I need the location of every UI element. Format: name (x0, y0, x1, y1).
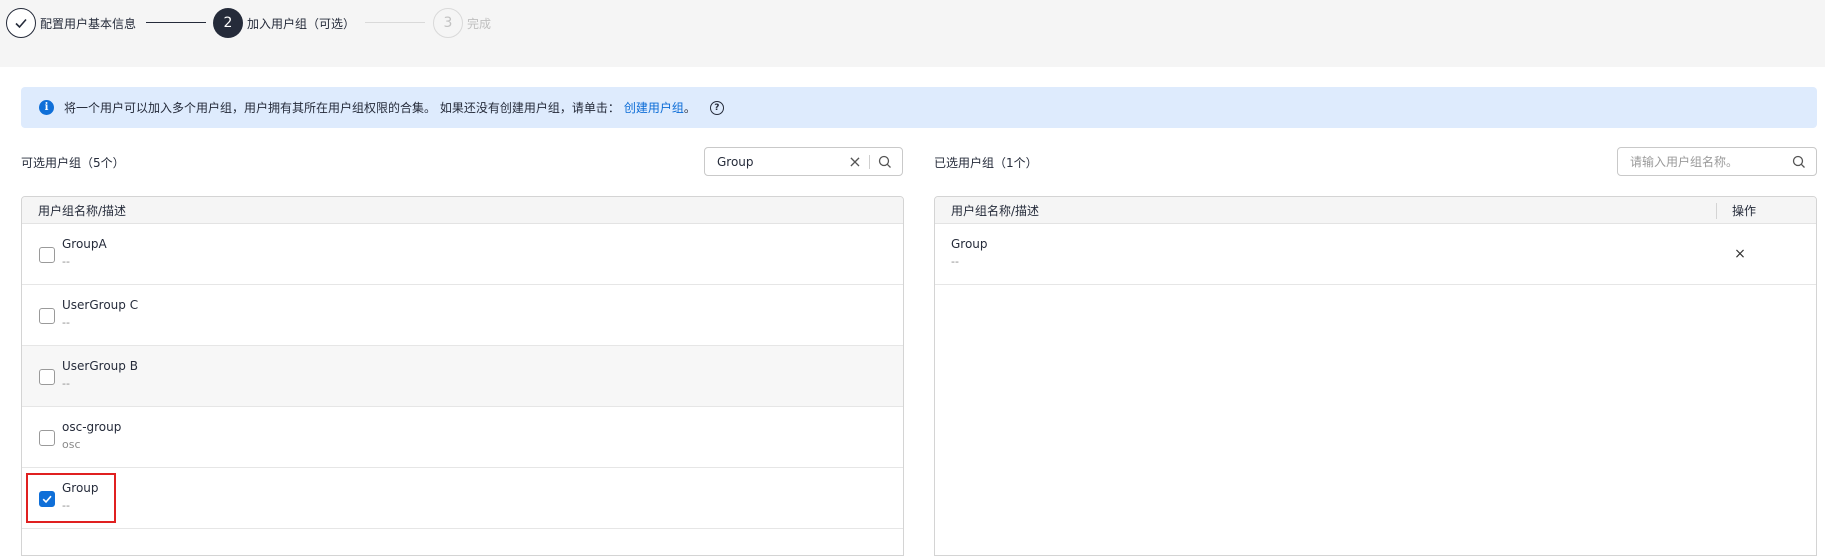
info-tail: 。 (683, 101, 696, 115)
info-alert: i 将一个用户可以加入多个用户组，用户拥有其所在用户组权限的合集。 如果还没有创… (21, 87, 1817, 128)
step-join-user-group: 2 加入用户组（可选） (213, 8, 355, 38)
create-user-group-link[interactable]: 创建用户组 (624, 101, 684, 115)
group-cell: GroupA -- (62, 236, 107, 270)
table-header: 用户组名称/描述 操作 (935, 197, 1816, 224)
info-text: 将一个用户可以加入多个用户组，用户拥有其所在用户组权限的合集。 如果还没有创建用… (64, 99, 696, 116)
remove-icon[interactable]: × (1732, 246, 1748, 262)
step-label: 完成 (467, 16, 492, 31)
available-search-input[interactable] (705, 148, 845, 175)
group-name: osc-group (62, 420, 122, 434)
group-desc: -- (62, 499, 70, 512)
step-label: 加入用户组（可选） (247, 16, 356, 31)
clear-icon[interactable]: × (845, 152, 865, 171)
group-name: UserGroup C (62, 298, 139, 312)
selected-search-input[interactable] (1618, 148, 1788, 175)
step-configure-basic-info: 配置用户基本信息 (6, 8, 136, 38)
group-desc: -- (62, 377, 70, 390)
info-icon: i (39, 100, 54, 115)
step-number: 2 (213, 8, 243, 38)
step-number: 3 (433, 8, 463, 38)
group-desc: -- (951, 255, 959, 268)
column-header-action: 操作 (1732, 203, 1757, 218)
group-cell: Group -- (62, 480, 99, 514)
table-row: Group -- × (935, 224, 1816, 285)
row-checkbox[interactable] (39, 247, 55, 263)
table-row[interactable]: Group -- (22, 468, 903, 529)
row-checkbox[interactable] (39, 369, 55, 385)
info-message: 将一个用户可以加入多个用户组，用户拥有其所在用户组权限的合集。 如果还没有创建用… (64, 101, 620, 115)
step-connector (365, 22, 425, 23)
available-groups-title: 可选用户组（5个） (21, 156, 125, 170)
search-divider (869, 154, 870, 169)
table-row[interactable]: UserGroup B -- (22, 346, 903, 407)
search-icon[interactable] (1788, 151, 1810, 173)
group-desc: -- (62, 255, 70, 268)
table-row[interactable]: GroupA -- (22, 224, 903, 285)
table-row[interactable]: osc-group osc (22, 407, 903, 468)
table-header: 用户组名称/描述 (22, 197, 903, 224)
group-cell: UserGroup B -- (62, 358, 138, 392)
search-icon[interactable] (874, 151, 896, 173)
selected-groups-table: 用户组名称/描述 操作 Group -- × (934, 196, 1817, 556)
group-desc: osc (62, 438, 81, 451)
group-name: GroupA (62, 237, 107, 251)
check-icon (6, 8, 36, 38)
available-search-box: × (704, 147, 903, 176)
row-checkbox[interactable] (39, 430, 55, 446)
group-name: Group (951, 237, 988, 251)
group-cell: UserGroup C -- (62, 297, 138, 331)
column-header-name: 用户组名称/描述 (38, 203, 127, 218)
stepper: 配置用户基本信息 2 加入用户组（可选） 3 完成 (0, 0, 1825, 67)
available-groups-table: 用户组名称/描述 GroupA -- UserGroup C -- UserGr… (21, 196, 904, 556)
column-header-name: 用户组名称/描述 (951, 203, 1040, 218)
column-divider (1716, 203, 1717, 219)
group-desc: -- (62, 316, 70, 329)
row-checkbox-checked[interactable] (39, 491, 55, 507)
row-checkbox[interactable] (39, 308, 55, 324)
step-connector (146, 22, 206, 23)
step-complete: 3 完成 (433, 8, 491, 38)
group-name: UserGroup B (62, 359, 138, 373)
checkmark-icon (42, 495, 52, 504)
selected-groups-title: 已选用户组（1个） (934, 156, 1038, 170)
step-label: 配置用户基本信息 (40, 16, 137, 31)
group-cell: Group -- (951, 236, 988, 270)
selected-search-box (1617, 147, 1817, 176)
group-name: Group (62, 481, 99, 495)
help-icon[interactable]: ? (709, 100, 724, 115)
group-cell: osc-group osc (62, 419, 121, 453)
table-row[interactable]: UserGroup C -- (22, 285, 903, 346)
